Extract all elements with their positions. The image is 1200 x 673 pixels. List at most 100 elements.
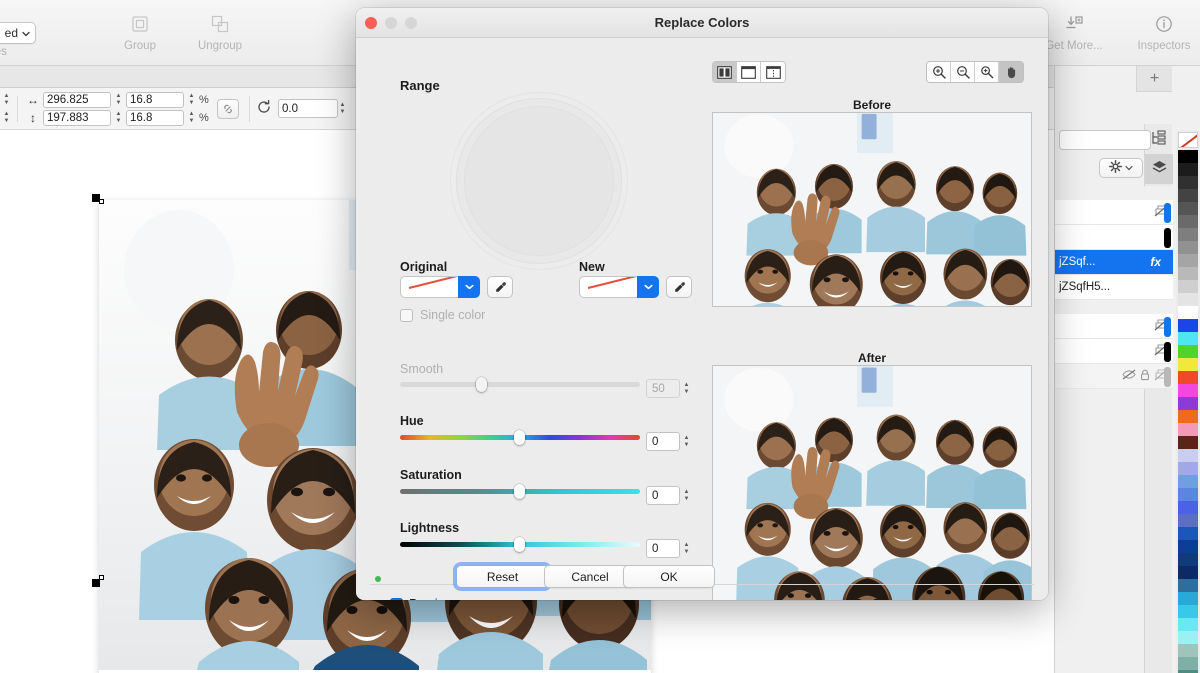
smooth-value-group[interactable]: 50 ▲ ▼ bbox=[646, 379, 691, 398]
smooth-slider-knob[interactable] bbox=[476, 377, 487, 392]
dialog-title-bar[interactable]: Replace Colors bbox=[356, 8, 1048, 38]
color-swatch[interactable] bbox=[1178, 553, 1198, 566]
eye-hidden-icon[interactable] bbox=[1122, 369, 1136, 383]
color-swatch[interactable] bbox=[1178, 267, 1198, 280]
smooth-value[interactable]: 50 bbox=[646, 379, 680, 398]
selection-handle-bottom-left-small[interactable] bbox=[99, 575, 104, 580]
color-swatch[interactable] bbox=[1178, 462, 1198, 475]
view-mode-segmented-control[interactable] bbox=[712, 61, 786, 83]
new-eyedropper-button[interactable] bbox=[666, 276, 692, 298]
mode-select[interactable]: ed bbox=[0, 21, 36, 44]
zoom-button[interactable] bbox=[405, 17, 417, 29]
color-swatch[interactable] bbox=[1178, 475, 1198, 488]
color-swatch[interactable] bbox=[1178, 254, 1198, 267]
zoom-out-icon[interactable] bbox=[951, 62, 975, 82]
single-color-row[interactable]: Single color bbox=[400, 308, 485, 322]
selection-handle-bottom-left[interactable] bbox=[92, 579, 100, 587]
saturation-value-group[interactable]: 0 ▲ ▼ bbox=[646, 486, 691, 505]
color-swatch[interactable] bbox=[1178, 618, 1198, 631]
range-wheel[interactable] bbox=[464, 106, 614, 256]
toolbar-button-group[interactable]: Group bbox=[100, 4, 180, 62]
toolbar-button-ungroup[interactable]: Ungroup bbox=[180, 4, 260, 62]
color-swatch[interactable] bbox=[1178, 605, 1198, 618]
height-stepper[interactable]: ▲ ▼ bbox=[114, 110, 123, 126]
hue-slider-knob[interactable] bbox=[514, 430, 525, 445]
table-row[interactable] bbox=[1055, 364, 1173, 389]
hue-slider[interactable] bbox=[400, 430, 640, 445]
hue-value-group[interactable]: 0 ▲ ▼ bbox=[646, 432, 691, 451]
color-swatch[interactable] bbox=[1178, 293, 1198, 306]
width-pct-value[interactable]: 16.8 bbox=[130, 94, 152, 106]
color-swatch[interactable] bbox=[1178, 189, 1198, 202]
single-color-checkbox[interactable] bbox=[400, 308, 413, 322]
saturation-slider-knob[interactable] bbox=[514, 484, 525, 499]
vertical-split-view-icon[interactable] bbox=[761, 62, 785, 82]
after-preview[interactable] bbox=[712, 365, 1032, 600]
saturation-stepper[interactable]: ▲ ▼ bbox=[682, 488, 691, 504]
height-value[interactable]: 197.883 bbox=[47, 112, 89, 124]
single-view-icon[interactable] bbox=[737, 62, 761, 82]
hue-stepper[interactable]: ▲ ▼ bbox=[682, 434, 691, 450]
color-swatch[interactable] bbox=[1178, 644, 1198, 657]
hue-value[interactable]: 0 bbox=[646, 432, 680, 451]
split-view-icon[interactable] bbox=[713, 62, 737, 82]
sidebar-tab-layers[interactable] bbox=[1145, 154, 1173, 184]
saturation-slider[interactable] bbox=[400, 484, 640, 499]
table-row[interactable] bbox=[1055, 314, 1173, 339]
lightness-slider-knob[interactable] bbox=[514, 537, 525, 552]
original-color-dropdown[interactable] bbox=[458, 276, 480, 298]
color-swatch[interactable] bbox=[1178, 657, 1198, 670]
color-swatch[interactable] bbox=[1178, 345, 1198, 358]
color-swatch[interactable] bbox=[1178, 384, 1198, 397]
color-swatch[interactable] bbox=[1178, 514, 1198, 527]
lightness-value-group[interactable]: 0 ▲ ▼ bbox=[646, 539, 691, 558]
color-swatch[interactable] bbox=[1178, 306, 1198, 319]
table-row[interactable] bbox=[1055, 225, 1173, 250]
color-swatch[interactable] bbox=[1178, 631, 1198, 644]
minimize-button[interactable] bbox=[385, 17, 397, 29]
lightness-value[interactable]: 0 bbox=[646, 539, 680, 558]
preview-checkbox[interactable] bbox=[390, 597, 403, 600]
color-swatch[interactable] bbox=[1178, 228, 1198, 241]
zoom-in-icon[interactable] bbox=[927, 62, 951, 82]
color-swatch[interactable] bbox=[1178, 592, 1198, 605]
add-layer-button[interactable]: + bbox=[1136, 66, 1172, 92]
table-row[interactable] bbox=[1055, 339, 1173, 364]
lightness-slider[interactable] bbox=[400, 537, 640, 552]
layer-options-button[interactable] bbox=[1099, 158, 1143, 178]
before-preview[interactable] bbox=[712, 112, 1032, 307]
width-pct-stepper[interactable]: ▲ ▼ bbox=[187, 92, 196, 108]
color-swatch[interactable] bbox=[1178, 540, 1198, 553]
color-swatch[interactable] bbox=[1178, 410, 1198, 423]
new-color-swatch[interactable] bbox=[579, 276, 637, 298]
color-swatch[interactable] bbox=[1178, 358, 1198, 371]
color-swatch[interactable] bbox=[1178, 436, 1198, 449]
preview-checkbox-row[interactable]: Preview bbox=[390, 597, 453, 600]
color-swatch[interactable] bbox=[1178, 280, 1198, 293]
smooth-slider[interactable] bbox=[400, 377, 640, 392]
width-stepper[interactable]: ▲ ▼ bbox=[114, 92, 123, 108]
mode-select-group[interactable]: ed odes bbox=[0, 0, 66, 66]
reset-button[interactable]: Reset bbox=[456, 565, 549, 588]
color-swatch[interactable] bbox=[1178, 397, 1198, 410]
position-steppers[interactable]: ▲ ▼ ▲ ▼ bbox=[2, 92, 11, 126]
hand-tool-icon[interactable] bbox=[999, 62, 1023, 82]
color-swatch[interactable] bbox=[1178, 176, 1198, 189]
lightness-stepper[interactable]: ▲ ▼ bbox=[682, 541, 691, 557]
position-x-stepper[interactable]: ▲ ▼ bbox=[2, 92, 11, 108]
height-pct-value[interactable]: 16.8 bbox=[130, 112, 152, 124]
color-swatch[interactable] bbox=[1178, 501, 1198, 514]
table-row[interactable]: jZSqfH5... bbox=[1055, 275, 1173, 300]
color-swatch[interactable] bbox=[1178, 202, 1198, 215]
table-row[interactable]: jZSqf... fx bbox=[1055, 250, 1173, 275]
selection-handle-top-left-small[interactable] bbox=[99, 199, 104, 204]
smooth-stepper[interactable]: ▲ ▼ bbox=[682, 381, 691, 397]
original-color-swatch[interactable] bbox=[400, 276, 458, 298]
no-color-swatch[interactable] bbox=[1178, 132, 1198, 148]
layer-search-input[interactable] bbox=[1059, 130, 1151, 150]
color-swatch[interactable] bbox=[1178, 163, 1198, 176]
link-ratio-button[interactable] bbox=[217, 98, 239, 119]
color-swatch[interactable] bbox=[1178, 319, 1198, 332]
height-pct-stepper[interactable]: ▲ ▼ bbox=[187, 110, 196, 126]
table-row[interactable] bbox=[1055, 200, 1173, 225]
